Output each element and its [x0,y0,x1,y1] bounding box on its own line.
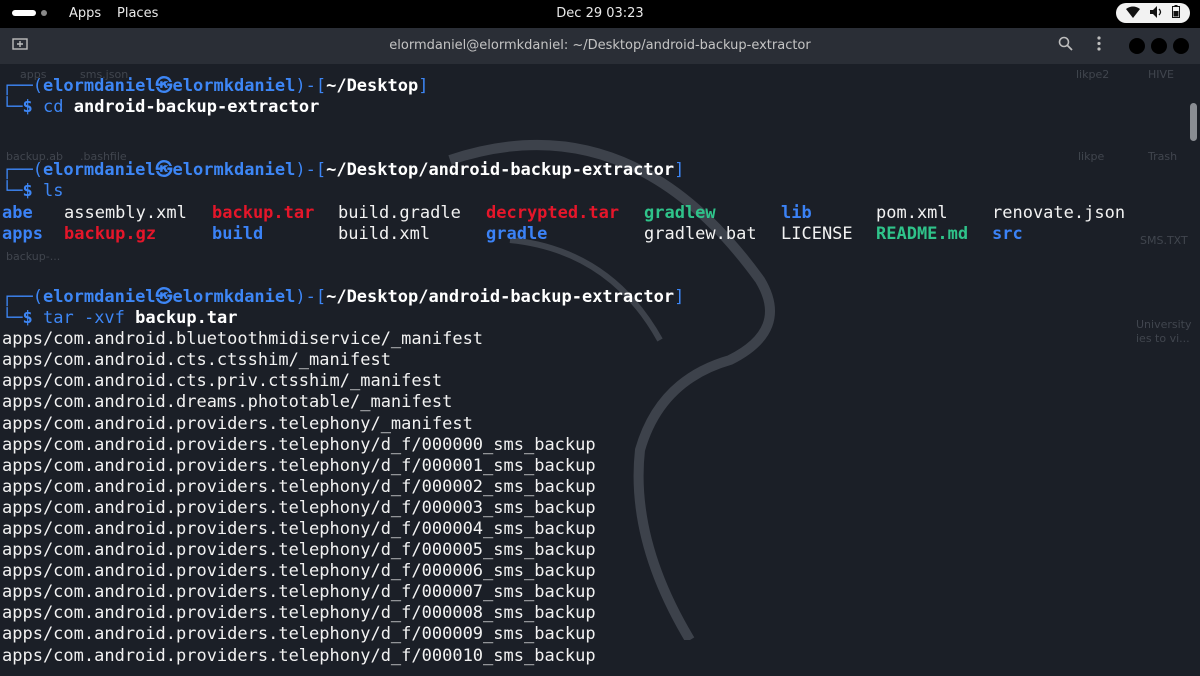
ls-entry: build.gradle [338,202,461,223]
ls-row: apps backup.gz build build.xml gradle gradlew… [2,224,1182,245]
wifi-icon [1125,6,1140,21]
ls-entry: LICENSE [781,223,853,244]
maximize-button[interactable] [1151,38,1167,54]
tar-output-line: apps/com.android.providers.telephony/_ma… [2,413,473,434]
window-title: elormdaniel@elormkdaniel: ~/Desktop/andr… [389,38,811,53]
clock[interactable]: Dec 29 03:23 [0,6,1200,21]
minimize-button[interactable] [1129,38,1145,54]
tar-output-line: apps/com.android.providers.telephony/d_f… [2,497,596,518]
prompt-line: ┌──(elormdaniel㉿elormkdaniel)-[~/Desktop… [2,160,685,181]
system-tray[interactable] [1116,3,1190,23]
tar-output-line: apps/com.android.providers.telephony/d_f… [2,518,596,539]
prompt-line: ┌──(elormdaniel㉿elormkdaniel)-[~/Desktop… [2,76,429,96]
tar-output-line: apps/com.android.providers.telephony/d_f… [2,582,596,603]
tar-output-line: apps/com.android.dreams.phototable/_mani… [2,392,453,413]
close-button[interactable] [1173,38,1189,54]
ls-entry: build [212,223,264,244]
tar-output-line: apps/com.android.providers.telephony/d_f… [2,455,596,476]
terminal-header-bar: elormdaniel@elormkdaniel: ~/Desktop/andr… [0,28,1200,64]
command-line: └─$ ls [2,181,64,202]
ls-entry: gradlew.bat [644,223,757,244]
ls-entry: renovate.json [992,202,1126,223]
tar-output-line: apps/com.android.providers.telephony/d_f… [2,603,596,624]
top-bar: Apps Places Dec 29 03:23 [0,0,1200,28]
tar-output-line: apps/com.android.bluetoothmidiservice/_m… [2,329,484,350]
tar-output-line: apps/com.android.providers.telephony/d_f… [2,476,596,497]
ls-entry: gradlew [644,202,716,223]
menu-kebab-icon[interactable] [1096,36,1102,55]
tar-output-line: apps/com.android.cts.priv.ctsshim/_manif… [2,371,443,392]
tar-output-line: apps/com.android.providers.telephony/d_f… [2,624,596,645]
volume-icon [1149,5,1163,21]
tar-output-line: apps/com.android.cts.ctsshim/_manifest [2,350,391,371]
tar-output-line: apps/com.android.providers.telephony/d_f… [2,561,596,582]
ls-entry: decrypted.tar [486,202,620,223]
ls-row: abe assembly.xml backup.tar build.gradle dec… [2,203,1182,224]
tar-output-line: apps/com.android.providers.telephony/d_f… [2,540,596,561]
command-line: └─$ tar -xvf backup.tar [2,308,238,329]
ls-entry: backup.gz [64,223,157,244]
tar-output-line: apps/com.android.providers.telephony/d_f… [2,645,596,666]
prompt-line: ┌──(elormdaniel㉿elormkdaniel)-[~/Desktop… [2,286,685,307]
ls-entry: backup.tar [212,202,315,223]
command-line: └─$ cd android-backup-extractor [2,97,320,118]
ls-entry: assembly.xml [64,202,187,223]
terminal-scrollbar[interactable] [1190,103,1197,141]
ls-entry: build.xml [338,223,431,244]
search-icon[interactable] [1058,36,1073,55]
ls-entry: abe [2,202,33,223]
terminal-output[interactable]: ┌──(elormdaniel㉿elormkdaniel)-[~/Desktop… [2,76,1182,676]
ls-entry: lib [781,202,812,223]
battery-icon [1172,5,1181,21]
ls-entry: apps [2,223,43,244]
tar-output-line: apps/com.android.providers.telephony/d_f… [2,434,596,455]
ls-entry: gradle [486,223,548,244]
ls-entry: src [992,223,1023,244]
ls-entry: pom.xml [876,202,948,223]
ls-entry: README.md [876,223,969,244]
